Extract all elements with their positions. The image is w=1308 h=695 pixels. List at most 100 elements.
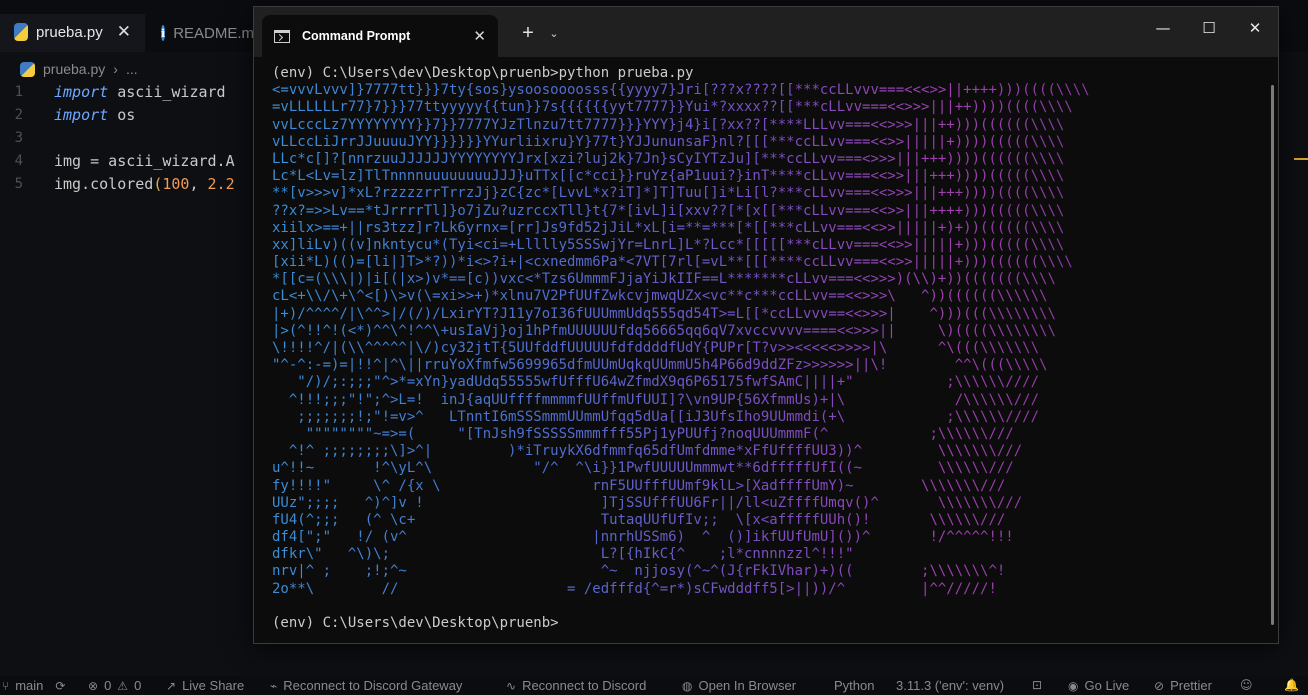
code-text: os xyxy=(108,105,136,124)
warning-icon: ⚠ xyxy=(117,678,129,693)
ascii-line: """"""""~=>=( "[TnJsh9fSSSSSmmmfff55Pj1y… xyxy=(272,426,1172,443)
ascii-line: "/)/;:;;;"^>*=xYn}yadUdq55555wfUfffU64wZ… xyxy=(272,374,1172,391)
code-text: img.colored xyxy=(54,174,154,193)
tab-label: prueba.py xyxy=(36,23,103,41)
breadcrumb-file[interactable]: prueba.py xyxy=(43,61,105,77)
pulse-icon: ∿ xyxy=(506,678,517,693)
prettier-label: Prettier xyxy=(1170,678,1212,693)
title-bar[interactable]: Command Prompt ✕ + ⌄ — ☐ ✕ xyxy=(254,7,1278,57)
live-share-icon: ↗ xyxy=(166,678,177,693)
python-file-icon xyxy=(14,23,29,41)
go-live-button[interactable]: ◉ Go Live xyxy=(1068,678,1129,693)
line-number: 3 xyxy=(14,129,23,146)
ascii-line: ??x?=>>Lv==*tJrrrrTl]}o7jZu?uzrccxTll}t{… xyxy=(272,203,1172,220)
check-disabled-icon: ⊘ xyxy=(1154,678,1165,693)
new-tab-button[interactable]: + xyxy=(514,20,542,46)
tab-readme[interactable]: i README.m xyxy=(147,14,267,52)
breadcrumb: prueba.py › ... xyxy=(20,58,138,80)
scroll-marker xyxy=(1294,158,1308,160)
ascii-line: ^!!!;;;"!";^>L=! inJ{aqUUffffmmmmfUUffmU… xyxy=(272,392,1172,409)
broadcast-icon: ◉ xyxy=(1068,678,1079,693)
language-label: Python xyxy=(834,678,875,693)
code-line: 5 img.colored(100, 2.2 xyxy=(0,172,260,195)
code-line: 1 import ascii_wizard xyxy=(0,80,260,103)
code-keyword: import xyxy=(54,105,109,124)
chevron-down-icon[interactable]: ⌄ xyxy=(544,20,564,46)
terminal-icon xyxy=(274,29,290,43)
ascii-line: [xii*L)(()=[li|]T>*?))*i<>?i+|<cxnedmm6P… xyxy=(272,254,1172,271)
close-tab-icon[interactable]: ✕ xyxy=(473,27,486,45)
code-line: 4 img = ascii_wizard.A xyxy=(0,149,260,172)
ascii-line: fy!!!!" \^ /{x \ rnF5UUfffUUmf9klL>[Xadf… xyxy=(272,478,1172,495)
bracket-icon: ⊡ xyxy=(1032,678,1043,692)
feedback-button[interactable]: ☺ xyxy=(1240,678,1253,692)
breadcrumb-separator-icon: › xyxy=(113,61,118,77)
discord-gateway-button[interactable]: ⌁ Reconnect to Discord Gateway xyxy=(270,678,462,693)
interpreter-label: 3.11.3 ('env': venv) xyxy=(896,678,1005,693)
ascii-line: ^!^ ;;;;;;;;\]>^| )*iTruykX6dfmmfq65dfUm… xyxy=(272,443,1172,460)
maximize-button[interactable]: ☐ xyxy=(1186,15,1232,41)
tab-title: Command Prompt xyxy=(302,29,411,43)
language-mode[interactable]: Python xyxy=(834,678,874,693)
code-number: 2.2 xyxy=(207,174,235,193)
live-share-label: Live Share xyxy=(182,678,245,693)
open-browser-label: Open In Browser xyxy=(698,678,797,693)
line-number: 2 xyxy=(14,106,23,123)
open-browser-button[interactable]: ◍ Open In Browser xyxy=(682,678,796,693)
ascii-line: u^!!~ !^\yL^\ "/^ ^\i}}1PwfUUUUUmmmwt**6… xyxy=(272,460,1172,477)
ascii-line: ;;;;;;;!;"!=v>^ LTnntI6mSSSmmmUUmmUfqq5d… xyxy=(272,409,1172,426)
python-file-icon xyxy=(20,61,35,77)
command-prompt-window[interactable]: Command Prompt ✕ + ⌄ — ☐ ✕ (env) C:\User… xyxy=(253,6,1279,644)
code-number: 100 xyxy=(162,174,190,193)
code-text: ascii_wizard xyxy=(108,82,226,101)
globe-icon: ◍ xyxy=(682,678,693,693)
code-text: , xyxy=(189,174,208,193)
notifications-button[interactable]: 🔔 xyxy=(1284,678,1299,692)
breadcrumb-symbol[interactable]: ... xyxy=(126,61,138,77)
minimize-button[interactable]: — xyxy=(1140,15,1186,41)
ascii-line: Lc*L<Lv=lz]TlTnnnnuuuuuuuuJJJ}uTTx[[c*cc… xyxy=(272,168,1172,185)
close-window-button[interactable]: ✕ xyxy=(1232,15,1278,41)
live-share-button[interactable]: ↗ Live Share xyxy=(166,678,244,693)
status-bar: ⑂ main ⟳ ⊗ 0 ⚠ 0 ↗ Live Share ⌁ Reconnec… xyxy=(0,676,1308,695)
problems-status[interactable]: ⊗ 0 ⚠ 0 xyxy=(88,678,141,693)
sync-icon: ⟳ xyxy=(55,678,66,693)
interpreter-status[interactable]: 3.11.3 ('env': venv) xyxy=(896,678,1004,693)
branch-status[interactable]: ⑂ main ⟳ xyxy=(2,678,65,693)
ascii-line: nrv|^ ; ;!;^~ ^~ njjosy(^~^(J{rFkIVhar)+… xyxy=(272,563,1172,580)
go-live-label: Go Live xyxy=(1084,678,1130,693)
code-editor[interactable]: 1 import ascii_wizard 2 import os 3 4 im… xyxy=(0,80,260,195)
ascii-line: UUz";;;; ^)^]v ! ]TjSSUfffUU6Fr||/ll<uZf… xyxy=(272,495,1172,512)
discord-gateway-label: Reconnect to Discord Gateway xyxy=(283,678,463,693)
bell-icon: 🔔 xyxy=(1284,678,1299,692)
git-branch-icon: ⑂ xyxy=(2,678,10,693)
line-number: 1 xyxy=(14,83,23,100)
ascii-line: 2o**\ // = /edfffd{^=r*)sCFwdddff5[>||))… xyxy=(272,581,1172,598)
close-icon[interactable]: ✕ xyxy=(117,22,131,42)
discord-label: Reconnect to Discord xyxy=(522,678,647,693)
plug-icon: ⌁ xyxy=(270,678,278,693)
warning-count: 0 xyxy=(134,678,142,693)
discord-button[interactable]: ∿ Reconnect to Discord xyxy=(506,678,646,693)
line-number: 4 xyxy=(14,152,23,169)
ascii-line: LLc*c[]?[nnrzuuJJJJJJYYYYYYYYJrx[xzi?luj… xyxy=(272,151,1172,168)
tab-label: README.m xyxy=(173,24,255,42)
code-line: 3 xyxy=(0,126,260,149)
feedback-icon: ☺ xyxy=(1240,678,1253,692)
terminal-toggle[interactable]: ⊡ xyxy=(1032,678,1042,692)
tab-prueba-py[interactable]: prueba.py ✕ xyxy=(0,14,145,52)
tab-command-prompt[interactable]: Command Prompt ✕ xyxy=(262,15,498,57)
code-line: 2 import os xyxy=(0,103,260,126)
code-text: img = ascii_wizard.A xyxy=(54,151,235,170)
branch-label: main xyxy=(15,678,44,693)
ascii-line: |>(^!!^!(<*)^^\^!^^\+usIaVj}oj1hPfmUUUUU… xyxy=(272,323,1172,340)
prettier-button[interactable]: ⊘ Prettier xyxy=(1154,678,1212,693)
ascii-line: xx]liLv)((v]nkntycu*(Tyi<ci=+Llllly5SSSw… xyxy=(272,237,1172,254)
line-number: 5 xyxy=(14,175,23,192)
ascii-line: **[v>>>v]*xL?rzzzzrrTrrzJj}zC{zc*[LvvL*x… xyxy=(272,185,1172,202)
command-line: (env) C:\Users\dev\Desktop\pruenb>python… xyxy=(272,65,694,81)
scrollbar[interactable] xyxy=(1271,85,1274,625)
terminal-output[interactable]: (env) C:\Users\dev\Desktop\pruenb>python… xyxy=(272,65,1262,635)
ascii-line: xiilx>==+||rs3tzz]r?Lk6yrnx=[rr]Js9fd52j… xyxy=(272,220,1172,237)
final-prompt[interactable]: (env) C:\Users\dev\Desktop\pruenb> xyxy=(272,615,1262,632)
